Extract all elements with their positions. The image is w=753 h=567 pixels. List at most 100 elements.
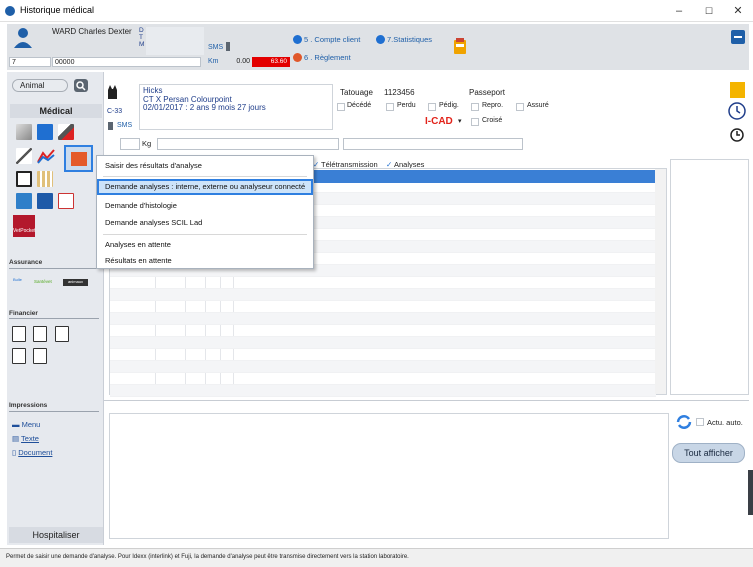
reglement-link[interactable]: 6 . Règlement [304,53,351,62]
report-icon[interactable] [58,193,74,209]
bulle-logo[interactable]: Bulle [13,277,27,289]
tout-afficher-button[interactable]: Tout afficher [672,443,745,463]
statistiques-link[interactable]: 7.Statistiques [387,35,432,44]
divider [9,318,99,319]
menu-item-demande-histologie[interactable]: Demande d'histologie [97,198,313,214]
actu-auto-checkbox[interactable] [696,418,704,426]
credit-icon[interactable] [12,348,26,364]
owner-name: WARD Charles Dexter [52,27,132,36]
clock-icon[interactable] [728,102,746,120]
owner-info-box [146,27,204,55]
weight-input[interactable] [120,138,140,150]
invoice-icon[interactable] [12,326,26,342]
table-row[interactable] [110,301,656,313]
financier-label: Financier [9,310,38,317]
collapse-header-button[interactable] [731,30,745,44]
assure-label: Assuré [527,102,549,109]
animal-birth: 02/01/2017 : 2 ans 9 mois 27 jours [143,103,266,112]
perdu-checkbox[interactable] [386,103,394,111]
calculator-icon[interactable] [454,38,466,54]
pedigree-checkbox[interactable] [428,103,436,111]
order-icon[interactable] [33,348,47,364]
table-row[interactable] [110,373,656,385]
croise-label: Croisé [482,117,503,124]
clipboard-icon[interactable] [16,171,32,187]
calendar-icon[interactable] [16,193,32,209]
print-document-link[interactable]: ▯ Document [12,448,52,457]
search-icon[interactable] [74,79,88,92]
close-button[interactable]: ✕ [726,3,750,19]
table-row[interactable] [110,289,656,301]
sms-label[interactable]: SMS [208,44,223,51]
history-icon[interactable] [729,127,745,143]
analyses-context-menu: Saisir des résultats d'analyse Demande a… [96,155,314,269]
assure-checkbox[interactable] [516,103,524,111]
notes-area[interactable] [109,413,669,539]
insurance-logo[interactable]: animaux [63,279,88,286]
table-row[interactable] [110,337,656,349]
print-menu-link[interactable]: ▬ Menu [12,420,40,429]
table-row[interactable] [110,325,656,337]
table-row[interactable] [110,349,656,361]
assurance-label: Assurance [9,259,43,266]
dtm-flags: DTM [139,27,145,48]
print-text-link[interactable]: ▤ Texte [12,434,39,443]
santevet-logo[interactable]: Santévet [34,279,60,288]
receipt-icon[interactable] [33,326,47,342]
tatouage-value: 1123456 [384,88,415,97]
menu-item-demande-scil[interactable]: Demande analyses SCIL Lad [97,215,313,231]
chart-icon[interactable] [37,148,55,164]
hospitaliser-button[interactable]: Hospitaliser [9,527,103,543]
compte-client-link[interactable]: 5 . Compte client [304,35,360,44]
person-icon [14,28,32,48]
table-row[interactable] [110,361,656,373]
phone-icon [226,42,230,51]
vetpocket-logo[interactable]: VetPocket [13,215,36,237]
menu-item-analyses-attente[interactable]: Analyses en attente [97,237,313,253]
km-value: 0.00 [236,58,250,65]
icad-dropdown[interactable]: ▾ [458,117,462,125]
text-icon: ▤ [12,434,22,443]
croise-checkbox[interactable] [471,118,479,126]
analyses-tool-button[interactable] [64,145,93,172]
grid-scrollbar[interactable] [655,169,666,394]
refresh-icon[interactable] [675,414,693,430]
minimize-button[interactable]: – [667,3,691,19]
decede-label: Décédé [347,102,372,109]
decede-checkbox[interactable] [337,103,345,111]
animal-sms[interactable]: SMS [117,122,132,129]
ruler-icon[interactable] [16,124,32,140]
remark-input[interactable] [157,138,339,150]
animal-info-box: Hicks CT X Persan Colourpoint 02/01/2017… [139,84,333,130]
quote-icon[interactable] [55,326,69,342]
table-row[interactable] [110,313,656,325]
weight-unit: Kg [142,139,152,148]
menu-item-saisir-resultats[interactable]: Saisir des résultats d'analyse [97,158,313,174]
pedigree-label: Pédig. [439,102,459,109]
note-icon[interactable] [730,82,745,98]
table-row[interactable] [110,385,656,397]
repro-checkbox[interactable] [471,103,479,111]
title-bar: Historique médical – ☐ ✕ [0,0,753,22]
menu-item-demande-analyses[interactable]: Demande analyses : interne, externe ou a… [97,179,313,195]
tab-medical[interactable]: Médical [10,104,102,118]
divider [9,411,99,412]
menu-item-resultats-attente[interactable]: Résultats en attente [97,253,313,269]
animal-dropdown[interactable]: Animal [12,79,68,92]
table-row[interactable] [110,277,656,289]
books-icon[interactable] [37,171,53,187]
divider [9,268,99,269]
icad-logo[interactable]: I-CAD [425,116,453,127]
maximize-button[interactable]: ☐ [697,3,721,19]
scan-icon[interactable] [37,193,53,209]
syringe-icon[interactable] [37,124,53,140]
client-number: 00000 [52,57,201,67]
cat-icon [108,85,117,99]
window-title: Historique médical [20,5,95,15]
scissors-icon[interactable] [58,124,74,140]
splitter[interactable] [104,400,749,404]
compte-dot-icon [293,35,302,44]
remark-input-2[interactable] [343,138,523,150]
window-scrollbar[interactable] [748,470,753,515]
pen-icon[interactable] [16,148,32,164]
